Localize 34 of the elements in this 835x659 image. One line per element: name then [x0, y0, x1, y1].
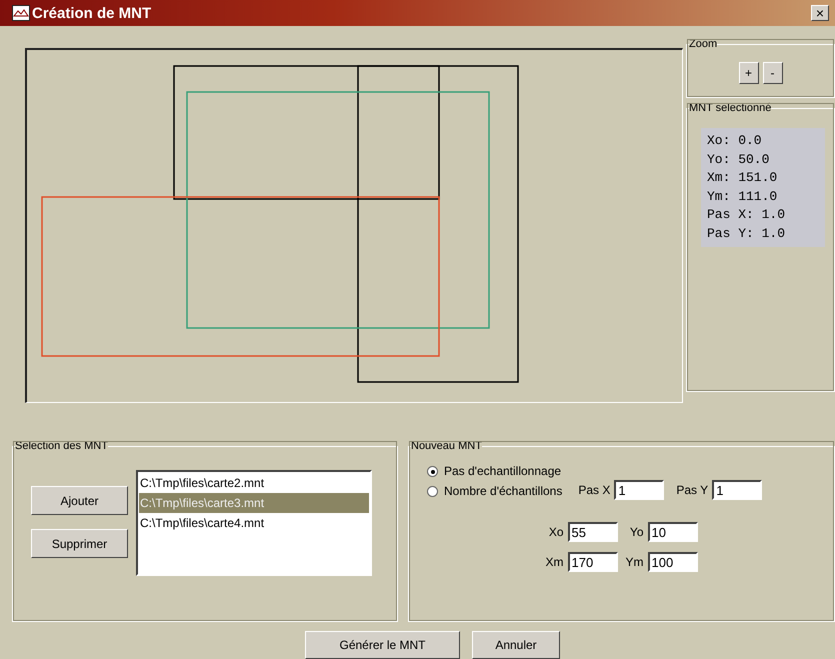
info-line: Ym: 111.0 [707, 188, 778, 204]
zoom-button[interactable]: - [762, 62, 782, 84]
action-button[interactable]: Ajouter [31, 486, 128, 515]
input-field[interactable]: 55 [568, 522, 618, 542]
dialog-button[interactable]: Annuler [472, 631, 560, 659]
file-item[interactable]: C:\Tmp\files\carte2.mnt [139, 473, 369, 493]
field-label: Xo [548, 525, 564, 539]
field-label: Pas Y [676, 483, 708, 497]
radio-icon[interactable] [427, 486, 438, 496]
input-field[interactable]: 100 [648, 552, 698, 572]
close-button[interactable]: × [811, 5, 829, 21]
dialog-button[interactable]: Générer le MNT [305, 631, 460, 659]
info-line: Pas X: 1.0 [707, 207, 786, 222]
radio-option[interactable]: Pas d'echantillonnage [427, 464, 562, 478]
info-line: Yo: 50.0 [707, 152, 770, 166]
map-icon [12, 5, 30, 21]
field-label: Pas X [578, 483, 610, 497]
file-item[interactable]: C:\Tmp\files\carte4.mnt [139, 513, 369, 533]
radio-icon[interactable] [427, 466, 438, 476]
info-line: Pas Y: 1.0 [707, 226, 786, 240]
field-label: Xm [546, 555, 564, 569]
field-label: Yo [630, 525, 644, 539]
input-field[interactable]: 1 [712, 480, 762, 500]
info-line: Xm: 151.0 [707, 170, 778, 185]
input-field[interactable]: 170 [568, 552, 618, 572]
action-button[interactable]: Supprimer [31, 529, 128, 558]
window-title: Création de MNT [32, 4, 152, 22]
info-line: Xo: 0.0 [707, 133, 762, 148]
group-title: Zoom [689, 38, 718, 50]
zoom-button[interactable]: + [738, 62, 758, 84]
field-label: Ym [626, 555, 644, 569]
input-field[interactable]: 1 [614, 480, 664, 500]
input-field[interactable]: 10 [648, 522, 698, 542]
radio-option[interactable]: Nombre d'échantillons [427, 484, 562, 498]
